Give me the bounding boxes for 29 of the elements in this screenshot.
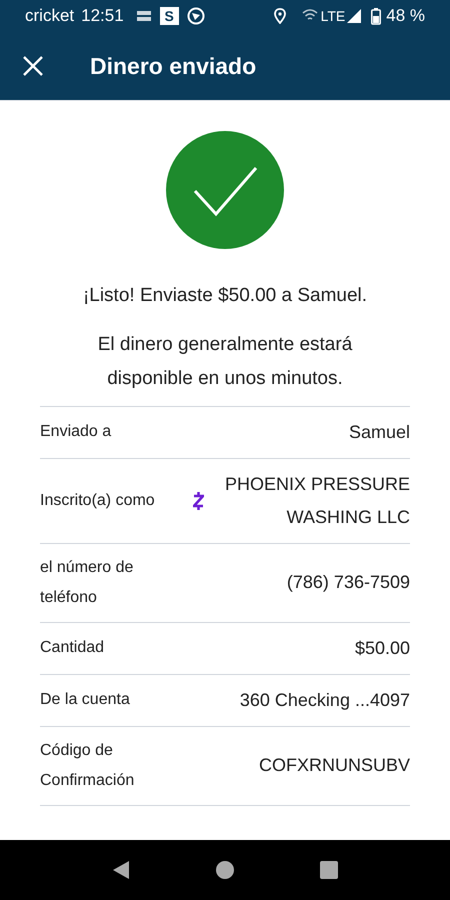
detail-label: Código de Confirmación <box>40 740 136 790</box>
detail-label: Enviado a <box>40 422 112 442</box>
app-notification-icon: S <box>160 7 179 25</box>
network-type: LTE <box>320 6 346 26</box>
back-nav-icon[interactable] <box>112 860 130 880</box>
battery-percent: 48 % <box>386 5 425 28</box>
detail-value: (786) 736-7509 <box>286 571 410 594</box>
availability-note: El dinero generalmente estará disponible en unos minutos. <box>96 332 354 390</box>
detail-label: De la cuenta <box>40 690 131 710</box>
status-time: 12:51 <box>81 5 124 28</box>
carrier-name: cricket <box>25 5 74 28</box>
location-icon <box>274 8 286 24</box>
detail-value: 360 Checking ...4097 <box>240 688 410 712</box>
battery-icon <box>371 8 382 24</box>
detail-value: $50.00 <box>354 636 410 660</box>
detail-value: COFXRNUNSUBV <box>258 754 410 777</box>
detail-label: Cantidad <box>40 638 106 658</box>
page-title: Dinero enviado <box>90 52 256 81</box>
home-nav-icon[interactable] <box>215 860 235 880</box>
success-check-icon <box>166 131 284 249</box>
detail-label: el número de teléfono <box>40 558 134 608</box>
zelle-icon <box>193 492 204 510</box>
app-notification-icon <box>136 10 152 22</box>
detail-label: Inscrito(a) como <box>40 490 156 510</box>
signal-icon <box>347 9 362 23</box>
detail-value: PHOENIX PRESSURE WASHING LLC <box>224 472 410 528</box>
close-button[interactable] <box>22 55 44 77</box>
success-message: ¡Listo! Enviaste $50.00 a Samuel. <box>82 284 368 308</box>
detail-value: Samuel <box>348 420 410 444</box>
